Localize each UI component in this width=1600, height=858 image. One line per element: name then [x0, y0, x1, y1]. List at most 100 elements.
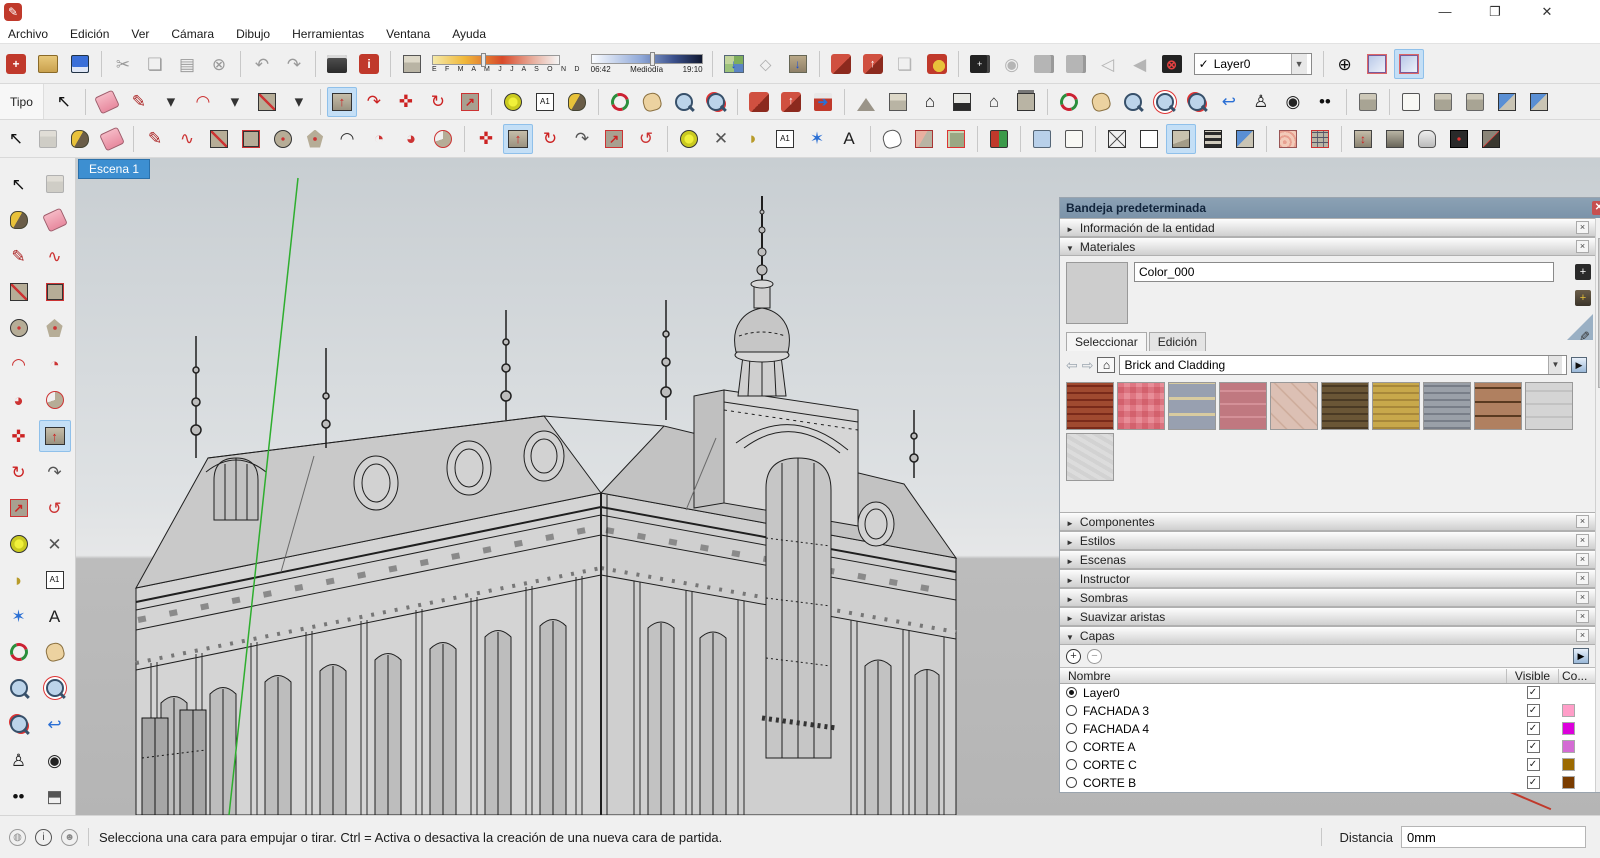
- from-scratch-button[interactable]: [1305, 124, 1335, 154]
- create-material-icon[interactable]: +: [1575, 290, 1591, 306]
- material-pink-pavers[interactable]: [1219, 382, 1267, 430]
- line-menu-button[interactable]: ▾: [156, 87, 186, 117]
- layer-row[interactable]: CORTE A: [1060, 738, 1595, 756]
- make-component-button[interactable]: [33, 124, 63, 154]
- add-layer-button[interactable]: +: [1066, 649, 1081, 664]
- add-building-button[interactable]: ↓: [783, 49, 813, 79]
- layer-color-swatch[interactable]: [1562, 722, 1575, 735]
- extension-warehouse-button[interactable]: [922, 49, 952, 79]
- help-icon[interactable]: i: [35, 829, 52, 846]
- menu-ver[interactable]: Ver: [131, 27, 149, 41]
- follow-me-3-button[interactable]: ↷: [567, 124, 597, 154]
- material-tan-siding[interactable]: [1474, 382, 1522, 430]
- lt-follow-me-button[interactable]: ↷: [39, 456, 71, 488]
- style-hidden-2-button[interactable]: [1460, 87, 1490, 117]
- menu-herramientas[interactable]: Herramientas: [292, 27, 364, 41]
- material-rough-grey[interactable]: [1066, 433, 1114, 481]
- rotate-3-button[interactable]: ↻: [535, 124, 565, 154]
- view-right-button[interactable]: [1011, 87, 1041, 117]
- zoom-2-button[interactable]: [1118, 87, 1148, 117]
- dimensions-button[interactable]: ✕: [706, 124, 736, 154]
- layer-radio[interactable]: [1066, 705, 1077, 716]
- material-pink-weave[interactable]: [1117, 382, 1165, 430]
- style-xray-2-button[interactable]: [1396, 87, 1426, 117]
- lt-text-button[interactable]: A1: [39, 564, 71, 596]
- line-3-button[interactable]: ✎: [140, 124, 170, 154]
- material-preview[interactable]: [1066, 262, 1128, 324]
- lt-eraser-button[interactable]: [39, 204, 71, 236]
- shadow-date-handle[interactable]: [481, 53, 486, 67]
- layers-details-arrow-icon[interactable]: ▶: [1573, 648, 1589, 664]
- column-visible[interactable]: Visible: [1507, 669, 1559, 683]
- copy-button[interactable]: ❏: [140, 49, 170, 79]
- view-iso-button[interactable]: [851, 87, 881, 117]
- open-button[interactable]: [33, 49, 63, 79]
- section-shadows[interactable]: Sombras ×: [1060, 588, 1595, 607]
- frustum-faces-button[interactable]: ◀: [1125, 49, 1155, 79]
- view-back-button[interactable]: [883, 87, 913, 117]
- lt-walk-button[interactable]: ••: [3, 780, 35, 812]
- rotated-rectangle-button[interactable]: [236, 124, 266, 154]
- menu-camara[interactable]: Cámara: [171, 27, 214, 41]
- lt-freehand-button[interactable]: ∿: [39, 240, 71, 272]
- home-icon[interactable]: ⌂: [1097, 357, 1115, 373]
- lt-arc-button[interactable]: ◠: [3, 348, 35, 380]
- push-pull-3-button[interactable]: ↑: [503, 124, 533, 154]
- rectangle-menu-button[interactable]: ▾: [284, 87, 314, 117]
- lt-rectangle-button[interactable]: [3, 276, 35, 308]
- freehand-button[interactable]: ∿: [172, 124, 202, 154]
- section-close-button[interactable]: ×: [1576, 534, 1589, 547]
- section-cut-display-button[interactable]: [1394, 49, 1424, 79]
- section-layers[interactable]: Capas ×: [1060, 626, 1595, 645]
- menu-archivo[interactable]: Archivo: [8, 27, 48, 41]
- material-grey-stone-block[interactable]: [1168, 382, 1216, 430]
- position-north-button[interactable]: ⊕: [1330, 49, 1360, 79]
- polygon-button[interactable]: [300, 124, 330, 154]
- drape-button[interactable]: [1412, 124, 1442, 154]
- visible-checkbox[interactable]: [1527, 776, 1540, 789]
- model-info-button[interactable]: i: [354, 49, 384, 79]
- new-button[interactable]: +: [1, 49, 31, 79]
- geolocation-icon[interactable]: ◍: [9, 829, 26, 846]
- save-button[interactable]: [65, 49, 95, 79]
- scroll-down-icon[interactable]: ▼: [1596, 776, 1600, 792]
- redo-button[interactable]: ↷: [279, 49, 309, 79]
- menu-ventana[interactable]: Ventana: [386, 27, 430, 41]
- zoom-button[interactable]: [669, 87, 699, 117]
- section-plane-display-button[interactable]: [1362, 49, 1392, 79]
- section-fill-button[interactable]: [909, 124, 939, 154]
- lt-make-component-button[interactable]: [39, 168, 71, 200]
- look-at-camera-button[interactable]: ◉: [997, 49, 1027, 79]
- visible-checkbox[interactable]: [1527, 722, 1540, 735]
- frustum-lines-button[interactable]: ◁: [1093, 49, 1123, 79]
- lt-rotated-rectangle-button[interactable]: [39, 276, 71, 308]
- camera-dolly-button[interactable]: [1061, 49, 1091, 79]
- arc-3-button[interactable]: ◠: [332, 124, 362, 154]
- paint-3-button[interactable]: [65, 124, 95, 154]
- menu-ayuda[interactable]: Ayuda: [452, 27, 486, 41]
- flip-edge-button[interactable]: [1476, 124, 1506, 154]
- offset-button[interactable]: ↺: [631, 124, 661, 154]
- position-camera-button[interactable]: ♙: [1246, 87, 1276, 117]
- visible-checkbox[interactable]: [1527, 704, 1540, 717]
- style-shaded-button[interactable]: [1166, 124, 1196, 154]
- style-shaded-textures-button[interactable]: [1198, 124, 1228, 154]
- follow-me-button[interactable]: ↷: [359, 87, 389, 117]
- tray-close-button[interactable]: ✕: [1592, 201, 1600, 215]
- visible-checkbox[interactable]: [1527, 758, 1540, 771]
- secondary-pane-icon[interactable]: +: [1575, 264, 1591, 280]
- lt-tape-measure-button[interactable]: [3, 528, 35, 560]
- shadow-date-slider[interactable]: E F M A M J J A S O N D: [432, 55, 583, 73]
- tab-seleccionar[interactable]: Seleccionar: [1066, 332, 1147, 351]
- lt-3d-text-button[interactable]: A: [39, 600, 71, 632]
- hand-select-button[interactable]: [877, 124, 907, 154]
- section-close-button[interactable]: ×: [1576, 240, 1589, 253]
- section-close-button[interactable]: ×: [1576, 515, 1589, 528]
- lt-scale-button[interactable]: ↗: [3, 492, 35, 524]
- 3d-text-button[interactable]: A: [834, 124, 864, 154]
- previous-view-button[interactable]: ↩: [1214, 87, 1244, 117]
- zoom-window-button[interactable]: [1150, 87, 1180, 117]
- style-monochrome-button[interactable]: [1230, 124, 1260, 154]
- layer-dropdown-arrow-icon[interactable]: ▼: [1291, 54, 1307, 74]
- rotate-button[interactable]: ↻: [423, 87, 453, 117]
